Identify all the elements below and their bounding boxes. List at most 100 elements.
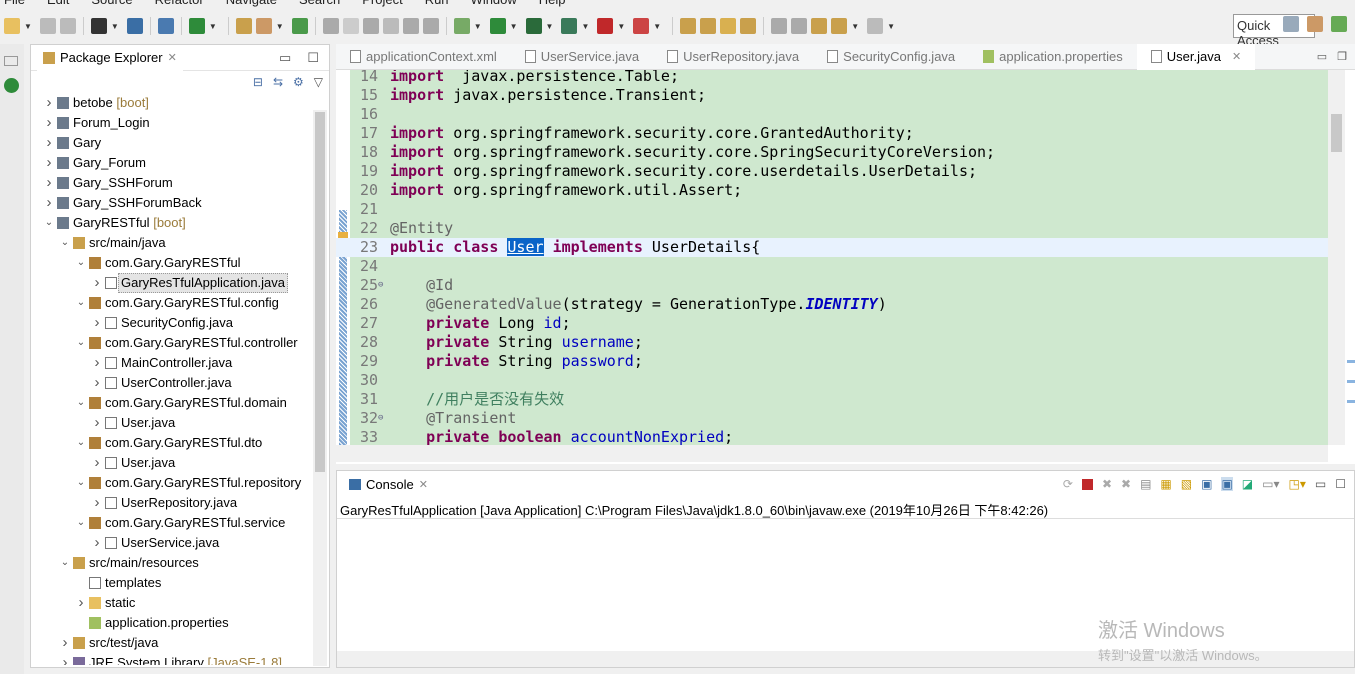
fold-toggle-icon[interactable]: ⊖ [378,409,383,428]
dropdown-arrow-icon[interactable]: ▼ [581,22,589,31]
editor-horizontal-scrollbar[interactable] [336,445,1328,462]
tree-item[interactable]: › Forum_Login [31,113,313,133]
menu-source[interactable]: Source [91,0,132,8]
tree-item[interactable]: › JRE System Library [JavaSE-1.8] [31,653,313,665]
new-package-icon[interactable] [255,18,272,34]
console-icon[interactable] [126,18,143,34]
run-icon[interactable] [489,18,506,34]
run-last-icon[interactable] [633,18,650,34]
tree-item[interactable]: › User.java [31,413,313,433]
chevron-right-icon[interactable]: › [59,653,71,665]
chevron-down-icon[interactable]: ⌄ [75,253,87,273]
filter-icon[interactable]: ⚙ [293,75,304,89]
chevron-down-icon[interactable]: ⌄ [59,233,71,253]
show-on-stderr-icon[interactable]: ▣ [1221,477,1233,491]
chevron-down-icon[interactable]: ⌄ [75,393,87,413]
tree-item[interactable]: ⌄ com.Gary.GaryRESTful.repository [31,473,313,493]
tree-item[interactable]: ⌄ com.Gary.GaryRESTful.service [31,513,313,533]
editor-tab[interactable]: User.java ✕ [1136,43,1256,70]
external-tools-icon[interactable] [561,18,578,34]
search-icon[interactable] [322,18,339,34]
tree-item[interactable]: ⌄ src/main/java [31,233,313,253]
maximize-icon[interactable]: ☐ [1335,477,1346,491]
menu-project[interactable]: Project [362,0,402,8]
chevron-down-icon[interactable]: ⌄ [75,473,87,493]
chevron-right-icon[interactable]: › [43,113,55,133]
tree-item[interactable]: › Gary_SSHForumBack [31,193,313,213]
menu-run[interactable]: Run [425,0,449,8]
open-resource-icon[interactable] [720,18,737,34]
search-file-icon[interactable] [740,18,757,34]
tree-item[interactable]: ⌄ com.Gary.GaryRESTful.domain [31,393,313,413]
profile-icon[interactable] [90,18,107,34]
remove-launch-icon[interactable]: ✖ [1102,477,1112,491]
chevron-down-icon[interactable]: ⌄ [75,293,87,313]
tree-item[interactable]: ⌄ com.Gary.GaryRESTful [31,253,313,273]
clear-console-icon[interactable]: ▤ [1140,477,1151,491]
close-icon[interactable]: ✕ [1232,50,1241,63]
spring-boot-icon[interactable] [188,18,205,34]
dropdown-arrow-icon[interactable]: ▼ [617,22,625,31]
spring-boot-dashboard-icon[interactable] [4,78,19,93]
dropdown-arrow-icon[interactable]: ▼ [24,22,32,31]
maximize-icon[interactable]: ❐ [1337,50,1347,63]
tree-item[interactable]: › SecurityConfig.java [31,313,313,333]
save-all-icon[interactable] [59,18,76,34]
open-type-icon[interactable] [680,18,697,34]
tree-item[interactable]: application.properties [31,613,313,633]
tree-item[interactable]: › betobe [boot] [31,93,313,113]
tree-item[interactable]: › GaryResTfulApplication.java [31,273,313,293]
tree-item[interactable]: ⌄ src/main/resources [31,553,313,573]
last-edit-icon[interactable] [811,18,828,34]
tab-console[interactable]: Console ✕ [343,471,434,497]
tree-item[interactable]: › UserController.java [31,373,313,393]
pilcrow-icon[interactable] [422,18,439,34]
edit-icon[interactable] [342,18,359,34]
run-coverage-icon[interactable] [525,18,542,34]
close-icon[interactable]: ✕ [168,51,177,64]
tree-item[interactable]: › Gary_SSHForum [31,173,313,193]
spring-perspective-icon[interactable] [1331,16,1347,32]
stop-icon[interactable] [597,18,614,34]
tab-package-explorer[interactable]: Package Explorer ✕ [37,44,183,71]
minimize-icon[interactable]: ▭ [1317,50,1327,63]
chevron-down-icon[interactable]: ⌄ [75,513,87,533]
back-icon[interactable] [831,18,848,34]
chevron-right-icon[interactable]: › [43,93,55,113]
prev-annotation-icon[interactable] [791,18,808,34]
tree-item[interactable]: › src/test/java [31,633,313,653]
link-with-editor-icon[interactable]: ⇆ [273,75,283,89]
fold-toggle-icon[interactable]: ⊖ [378,276,383,295]
chevron-right-icon[interactable]: › [91,313,103,333]
tree-item[interactable]: ⌄ com.Gary.GaryRESTful.dto [31,433,313,453]
open-console-icon[interactable]: ◳▾ [1289,477,1306,491]
chevron-right-icon[interactable]: › [91,353,103,373]
chevron-right-icon[interactable]: › [91,413,103,433]
chevron-right-icon[interactable]: › [43,133,55,153]
view-menu-icon[interactable]: ▽ [314,75,323,89]
scrollbar-thumb[interactable] [1331,114,1342,152]
chevron-down-icon[interactable]: ⌄ [75,433,87,453]
minimize-icon[interactable]: ▭ [279,50,291,66]
chevron-right-icon[interactable]: › [59,633,71,653]
tree-item[interactable]: › UserRepository.java [31,493,313,513]
editor-tab[interactable]: SecurityConfig.java [813,44,969,70]
chevron-down-icon[interactable]: ⌄ [59,553,71,573]
tree-item[interactable]: › UserService.java [31,533,313,553]
toggle-mark-icon[interactable] [362,18,379,34]
editor-tab[interactable]: UserService.java [511,44,653,70]
dropdown-arrow-icon[interactable]: ▼ [474,22,482,31]
editor-vertical-scrollbar[interactable] [1328,70,1345,445]
chevron-right-icon[interactable]: › [91,453,103,473]
dropdown-arrow-icon[interactable]: ▼ [546,22,554,31]
editor-tab[interactable]: application.properties [969,44,1137,70]
relaunch-icon[interactable]: ⟳ [1063,477,1073,491]
menu-edit[interactable]: Edit [47,0,69,8]
dropdown-arrow-icon[interactable]: ▼ [276,22,284,31]
editor-tab[interactable]: applicationContext.xml [336,44,511,70]
show-on-stdout-icon[interactable]: ▣ [1201,477,1212,491]
dropdown-arrow-icon[interactable]: ▼ [887,22,895,31]
chevron-right-icon[interactable]: › [91,493,103,513]
dropdown-arrow-icon[interactable]: ▼ [209,22,217,31]
chevron-right-icon[interactable]: › [91,273,103,293]
